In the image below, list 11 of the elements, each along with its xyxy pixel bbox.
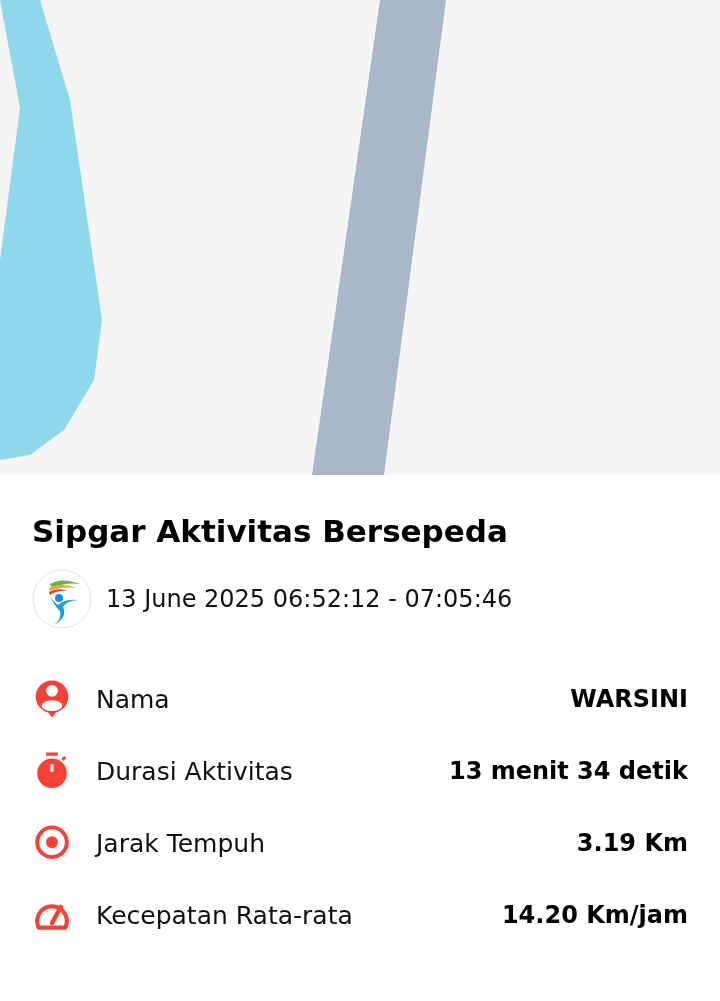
stat-value: 3.19 Km [576, 829, 688, 857]
activity-title: Sipgar Aktivitas Bersepeda [32, 513, 509, 549]
stat-label: Kecepatan Rata-rata [96, 900, 354, 930]
stat-value: 13 menit 34 detik [448, 757, 688, 785]
logo-icon [32, 569, 92, 629]
stat-label: Durasi Aktivitas [96, 756, 294, 786]
stat-label: Jarak Tempuh [96, 828, 267, 858]
time-range: 13 June 2025 06:52:12 - 07:05:46 [106, 585, 513, 613]
stat-value: 14.20 Km/jam [501, 901, 688, 929]
stat-value: WARSINI [570, 685, 688, 713]
stat-label: Nama [96, 684, 171, 714]
